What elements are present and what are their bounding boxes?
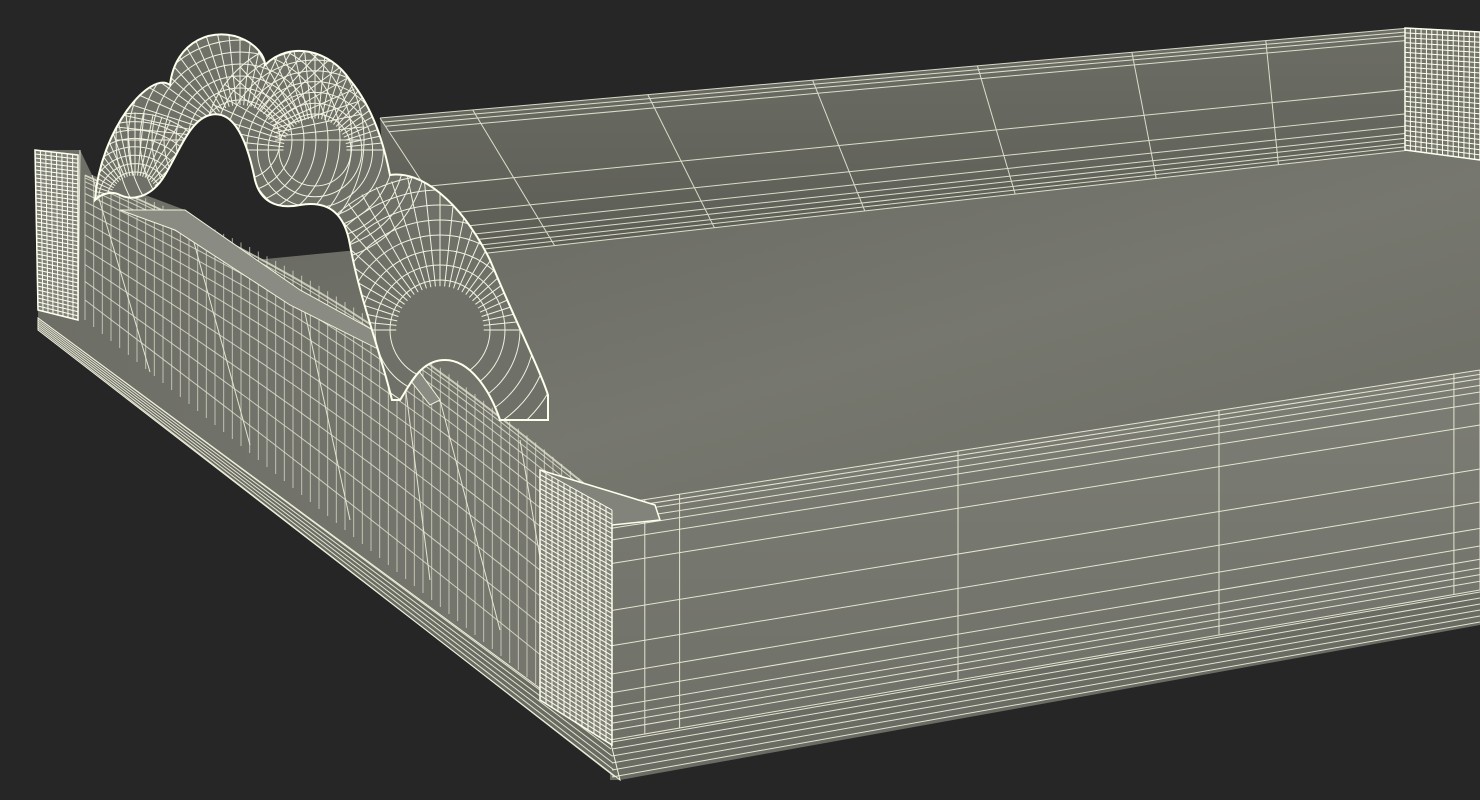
render-viewport [34, 27, 1480, 782]
tray-corner-post-back [1404, 27, 1480, 161]
tray-corner-post-left [34, 149, 79, 321]
